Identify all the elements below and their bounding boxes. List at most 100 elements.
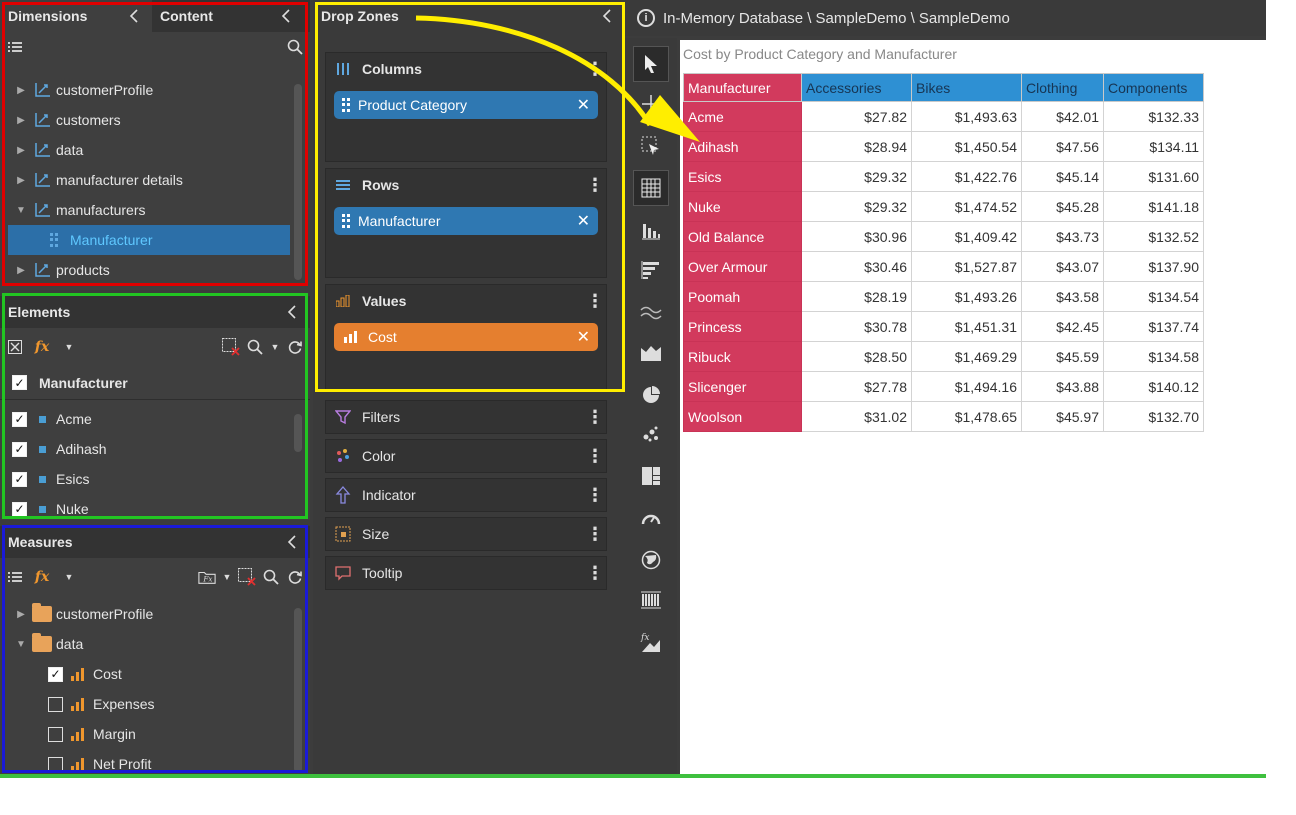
- measure-item[interactable]: ✓ Cost: [14, 659, 290, 689]
- element-item[interactable]: ✓ Adihash: [0, 434, 290, 464]
- more-options-icon[interactable]: ⋮: [586, 175, 604, 196]
- search-icon[interactable]: [262, 568, 280, 586]
- grid-row-header[interactable]: Nuke: [683, 191, 802, 222]
- grid-cell[interactable]: $132.33: [1103, 101, 1204, 132]
- collapse-chevron-icon[interactable]: [276, 6, 296, 26]
- caret-right-icon[interactable]: ▶: [14, 609, 28, 620]
- grid-cell[interactable]: $1,493.26: [911, 281, 1022, 312]
- grid-cell[interactable]: $45.14: [1021, 161, 1104, 192]
- remove-icon[interactable]: ✕: [577, 95, 590, 115]
- grid-cell[interactable]: $141.18: [1103, 191, 1204, 222]
- formula-icon[interactable]: fx: [30, 568, 54, 586]
- remove-icon[interactable]: ✕: [577, 327, 590, 347]
- grid-cell[interactable]: $43.88: [1021, 371, 1104, 402]
- elements-header-row[interactable]: ✓ Manufacturer: [0, 366, 310, 400]
- remove-icon[interactable]: ✕: [577, 211, 590, 231]
- measures-scrollbar[interactable]: [294, 608, 302, 773]
- rows-zone[interactable]: Rows ⋮ Manufacturer ✕: [325, 168, 607, 278]
- kpi-chart-button[interactable]: [633, 582, 669, 618]
- grid-cell[interactable]: $131.60: [1103, 161, 1204, 192]
- line-chart-button[interactable]: [633, 294, 669, 330]
- collapse-chevron-icon[interactable]: [124, 6, 144, 26]
- color-zone[interactable]: Color ⋮: [325, 439, 607, 473]
- list-view-icon[interactable]: [6, 38, 24, 56]
- search-icon[interactable]: [286, 38, 304, 56]
- collapse-chevron-icon[interactable]: [597, 6, 617, 26]
- grid-cell[interactable]: $45.59: [1021, 341, 1104, 372]
- elements-scrollbar[interactable]: [294, 414, 302, 452]
- caret-down-icon[interactable]: ▼: [14, 205, 28, 216]
- values-zone[interactable]: Values ⋮ Cost ✕: [325, 284, 607, 390]
- element-checkbox[interactable]: ✓: [12, 411, 27, 427]
- column-pill-product-category[interactable]: Product Category ✕: [334, 91, 598, 119]
- bar-chart-button[interactable]: [633, 252, 669, 288]
- grid-cell[interactable]: $1,493.63: [911, 101, 1022, 132]
- grid-cell[interactable]: $1,527.87: [911, 251, 1022, 282]
- lasso-select-button[interactable]: [633, 128, 669, 164]
- grid-column-header[interactable]: Components: [1103, 73, 1204, 102]
- grid-cell[interactable]: $132.52: [1103, 221, 1204, 252]
- dropdown-arrow-icon[interactable]: ▼: [222, 568, 232, 586]
- refresh-icon[interactable]: [286, 338, 304, 356]
- value-pill-cost[interactable]: Cost ✕: [334, 323, 598, 351]
- grid-cell[interactable]: $28.94: [801, 131, 912, 162]
- treemap-chart-button[interactable]: [633, 458, 669, 494]
- select-all-checkbox[interactable]: ✓: [12, 375, 27, 390]
- grid-cell[interactable]: $43.73: [1021, 221, 1104, 252]
- search-icon[interactable]: [246, 338, 264, 356]
- map-chart-button[interactable]: [633, 542, 669, 578]
- pie-chart-button[interactable]: [633, 376, 669, 412]
- grid-cell[interactable]: $1,474.52: [911, 191, 1022, 222]
- caret-right-icon[interactable]: ▶: [14, 85, 28, 96]
- collapse-chevron-icon[interactable]: [282, 302, 302, 322]
- grid-cell[interactable]: $1,409.42: [911, 221, 1022, 252]
- measure-checkbox[interactable]: [48, 696, 63, 712]
- more-options-icon[interactable]: ⋮: [586, 407, 604, 428]
- grid-column-header[interactable]: Accessories: [801, 73, 912, 102]
- measure-checkbox[interactable]: [48, 726, 63, 742]
- grid-cell[interactable]: $27.82: [801, 101, 912, 132]
- more-options-icon[interactable]: ⋮: [586, 446, 604, 467]
- grid-cell[interactable]: $1,450.54: [911, 131, 1022, 162]
- grid-row-header[interactable]: Over Armour: [683, 251, 802, 282]
- dimensions-scrollbar[interactable]: [294, 84, 302, 280]
- grid-cell[interactable]: $1,494.16: [911, 371, 1022, 402]
- tree-item-dimension[interactable]: ▶ customerProfile: [14, 75, 290, 105]
- columns-zone[interactable]: Columns ⋮ Product Category ✕: [325, 52, 607, 162]
- grid-row-header[interactable]: Adihash: [683, 131, 802, 162]
- grid-cell[interactable]: $30.78: [801, 311, 912, 342]
- grid-cell[interactable]: $45.28: [1021, 191, 1104, 222]
- select-pointer-button[interactable]: [633, 46, 669, 82]
- column-chart-button[interactable]: [633, 212, 669, 248]
- custom-formula-chart-button[interactable]: fx: [633, 624, 669, 660]
- grid-cell[interactable]: $134.54: [1103, 281, 1204, 312]
- tree-item-dimension[interactable]: ▶ customers: [14, 105, 290, 135]
- area-chart-button[interactable]: [633, 334, 669, 370]
- measure-folder[interactable]: ▶ customerProfile: [14, 599, 290, 629]
- measure-folder[interactable]: ▼ data: [14, 629, 290, 659]
- clear-selection-icon[interactable]: [238, 568, 256, 586]
- grid-cell[interactable]: $1,422.76: [911, 161, 1022, 192]
- grid-row-header[interactable]: Ribuck: [683, 341, 802, 372]
- indicator-zone[interactable]: Indicator ⋮: [325, 478, 607, 512]
- grid-cell[interactable]: $29.32: [801, 191, 912, 222]
- element-checkbox[interactable]: ✓: [12, 471, 27, 487]
- grid-cell[interactable]: $1,478.65: [911, 401, 1022, 432]
- grid-cell[interactable]: $42.01: [1021, 101, 1104, 132]
- drag-handle-icon[interactable]: [342, 98, 350, 112]
- grid-cell[interactable]: $29.32: [801, 161, 912, 192]
- grid-cell[interactable]: $30.46: [801, 251, 912, 282]
- grid-row-header[interactable]: Old Balance: [683, 221, 802, 252]
- deselect-all-icon[interactable]: [6, 338, 24, 356]
- grid-cell[interactable]: $1,451.31: [911, 311, 1022, 342]
- measure-item[interactable]: Margin: [14, 719, 290, 749]
- grid-cell[interactable]: $1,469.29: [911, 341, 1022, 372]
- measure-item[interactable]: Net Profit: [14, 749, 290, 774]
- report-canvas[interactable]: Cost by Product Category and Manufacture…: [680, 40, 1266, 774]
- grid-cell[interactable]: $132.70: [1103, 401, 1204, 432]
- crosshair-button[interactable]: [633, 86, 669, 122]
- list-view-icon[interactable]: [6, 568, 24, 586]
- grid-cell[interactable]: $28.50: [801, 341, 912, 372]
- dropdown-arrow-icon[interactable]: ▼: [60, 338, 78, 356]
- grid-cell[interactable]: $134.58: [1103, 341, 1204, 372]
